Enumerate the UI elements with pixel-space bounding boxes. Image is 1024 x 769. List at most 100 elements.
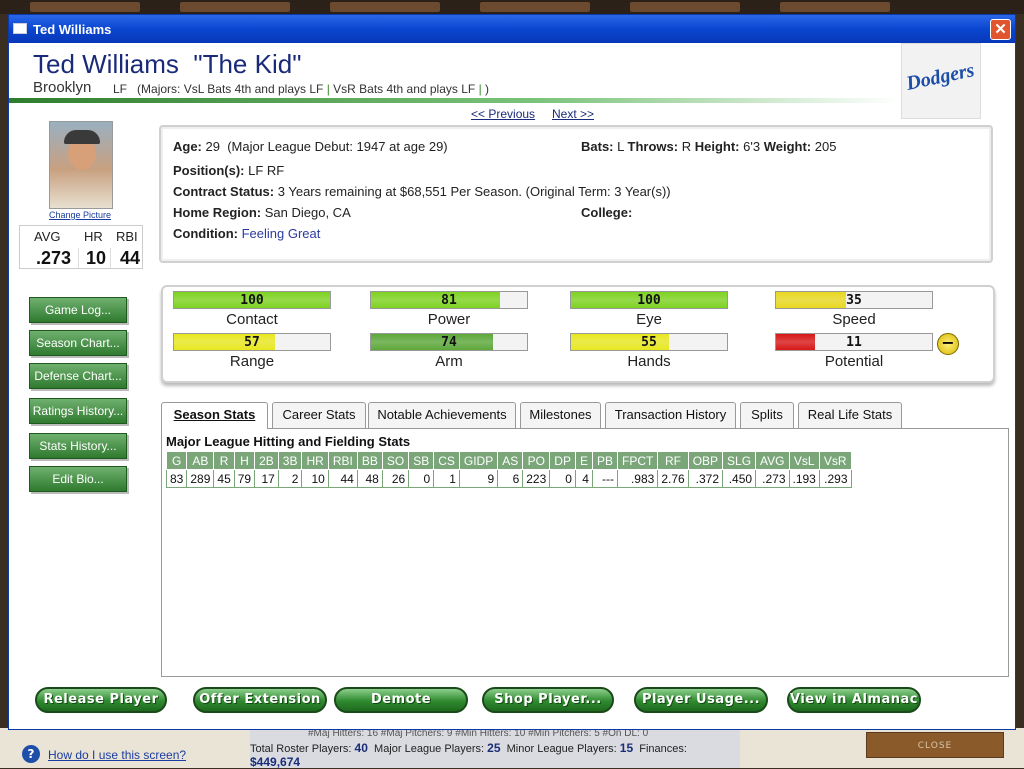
season-stats-panel: Major League Hitting and Fielding Stats … — [161, 428, 1009, 677]
contract-row: Contract Status: 3 Years remaining at $6… — [173, 184, 671, 199]
player-window: Ted Williams ✕ Ted Williams "The Kid" Br… — [8, 14, 1016, 730]
positions-row: Position(s): LF RF — [173, 163, 284, 178]
shop-player-button[interactable]: Shop Player... — [482, 687, 614, 713]
total-label: Total Roster Players: — [250, 743, 352, 755]
mini-value-rbi: 44 — [120, 248, 141, 268]
rating-value: 100 — [637, 293, 661, 308]
rating-label: Speed — [832, 311, 876, 328]
tab-real-life-stats[interactable]: Real Life Stats — [798, 402, 902, 428]
stats-header-cell: PO — [522, 451, 551, 470]
tab-season-stats[interactable]: Season Stats — [161, 402, 268, 429]
player-photo — [49, 121, 113, 209]
tab-splits[interactable]: Splits — [740, 402, 794, 428]
throws-value: R — [681, 139, 692, 154]
lineup-vsl: (Majors: VsL Bats 4th and plays LF — [137, 82, 324, 96]
help-link[interactable]: How do I use this screen? — [48, 748, 186, 762]
stats-header-cell: FPCT — [616, 451, 659, 470]
offer-extension-button[interactable]: Offer Extension — [193, 687, 327, 713]
rating-value: 81 — [441, 293, 457, 308]
player-usage-button[interactable]: Player Usage... — [634, 687, 768, 713]
potential-minus-icon[interactable]: − — [937, 333, 959, 355]
stats-header-cell: AS — [497, 451, 524, 470]
window-title: Ted Williams — [33, 22, 112, 37]
defense-chart-button[interactable]: Defense Chart... — [29, 363, 127, 389]
major-value: 25 — [487, 741, 501, 755]
tab-notable-achievements[interactable]: Notable Achievements — [368, 402, 516, 428]
stats-header-cell: GIDP — [458, 451, 499, 470]
help-icon[interactable]: ? — [22, 745, 40, 763]
rating-bar-power: 81 — [370, 291, 528, 309]
edit-bio-button[interactable]: Edit Bio... — [29, 466, 127, 492]
ratings-history-button[interactable]: Ratings History... — [29, 398, 127, 424]
total-value: 40 — [354, 741, 368, 755]
stats-cell: 10 — [301, 469, 329, 488]
rating-bar-contact: 100 — [173, 291, 331, 309]
demote-button[interactable]: Demote — [334, 687, 468, 713]
season-chart-button[interactable]: Season Chart... — [29, 330, 127, 356]
stats-cell: 6 — [497, 469, 524, 488]
rating-label: Hands — [627, 353, 671, 370]
college-row: College: — [581, 205, 632, 220]
stats-cell: 0 — [408, 469, 435, 488]
stats-cell: 0 — [549, 469, 576, 488]
mini-header-hr: HR — [84, 229, 103, 244]
mini-divider — [110, 248, 111, 268]
weight-value: 205 — [814, 139, 837, 154]
stats-cell: 289 — [186, 469, 215, 488]
background-tab — [330, 2, 440, 12]
physical-row: Bats: L Throws: R Height: 6'3 Weight: 20… — [581, 139, 836, 154]
region-row: Home Region: San Diego, CA — [173, 205, 351, 220]
bats-value: L — [617, 139, 624, 154]
release-player-button[interactable]: Release Player — [35, 687, 167, 713]
stats-cell: 9 — [458, 469, 499, 488]
roster-summary: #Maj Hitters: 16 #Maj Pitchers: 9 #Min H… — [250, 728, 740, 769]
minor-label: Minor League Players: — [506, 743, 617, 755]
rating-value: 57 — [244, 335, 260, 350]
rating-value: 100 — [240, 293, 264, 308]
next-link[interactable]: Next >> — [552, 107, 594, 121]
view-in-almanac-button[interactable]: View in Almanac — [787, 687, 921, 713]
tab-transaction-history[interactable]: Transaction History — [605, 402, 736, 428]
stats-history-button[interactable]: Stats History... — [29, 433, 127, 459]
mini-stats-box: AVG HR RBI .273 10 44 — [19, 225, 143, 269]
stats-header-cell: RBI — [327, 451, 358, 470]
rating-value: 35 — [846, 293, 862, 308]
region-value: San Diego, CA — [264, 205, 351, 220]
rating-bar-speed: 35 — [775, 291, 933, 309]
tab-milestones[interactable]: Milestones — [520, 402, 601, 428]
rating-bar-potential: 11 — [775, 333, 933, 351]
previous-link[interactable]: << Previous — [471, 107, 535, 121]
stats-title: Major League Hitting and Fielding Stats — [166, 434, 411, 449]
player-name: Ted Williams "The Kid" — [33, 49, 302, 79]
stats-cell: .372 — [687, 469, 724, 488]
stats-cell: .293 — [818, 469, 852, 488]
rating-value: 55 — [641, 335, 657, 350]
game-log-button[interactable]: Game Log... — [29, 297, 127, 323]
change-picture-link[interactable]: Change Picture — [49, 210, 111, 220]
stats-header-cell: BB — [356, 451, 383, 470]
positions-label: Position(s): — [173, 163, 245, 178]
finances-label: Finances: — [639, 743, 687, 755]
stats-header-cell: VsL — [788, 451, 820, 470]
height-label: Height: — [694, 139, 740, 154]
stats-header-cell: SO — [381, 451, 410, 470]
stats-cell: 83 — [165, 469, 188, 488]
stats-cell: 44 — [327, 469, 358, 488]
bats-label: Bats: — [581, 139, 614, 154]
tab-career-stats[interactable]: Career Stats — [272, 402, 366, 428]
minor-value: 15 — [619, 741, 634, 755]
close-icon[interactable]: ✕ — [990, 19, 1011, 40]
stats-cell: 1 — [433, 469, 460, 488]
college-label: College: — [581, 205, 633, 220]
contract-label: Contract Status: — [173, 184, 275, 199]
table-row: 83 289 45 79 17 2 10 44 48 26 0 1 9 6 223 0 4 --- .983 2.76… — [165, 469, 852, 488]
stats-body: 83 289 45 79 17 2 10 44 48 26 0 1 9 6 223 0 4 --- .983 2.76… — [165, 469, 852, 488]
lineup-separator: | — [478, 82, 482, 96]
stats-header-cell: CS — [433, 451, 460, 470]
rating-label: Potential — [824, 353, 884, 370]
finances-value: $449,674 — [250, 755, 301, 769]
background-close-button[interactable]: CLOSE — [866, 732, 1004, 758]
mini-value-hr: 10 — [86, 248, 107, 268]
title-bar[interactable]: Ted Williams ✕ — [9, 15, 1015, 43]
stats-cell: .193 — [788, 469, 820, 488]
